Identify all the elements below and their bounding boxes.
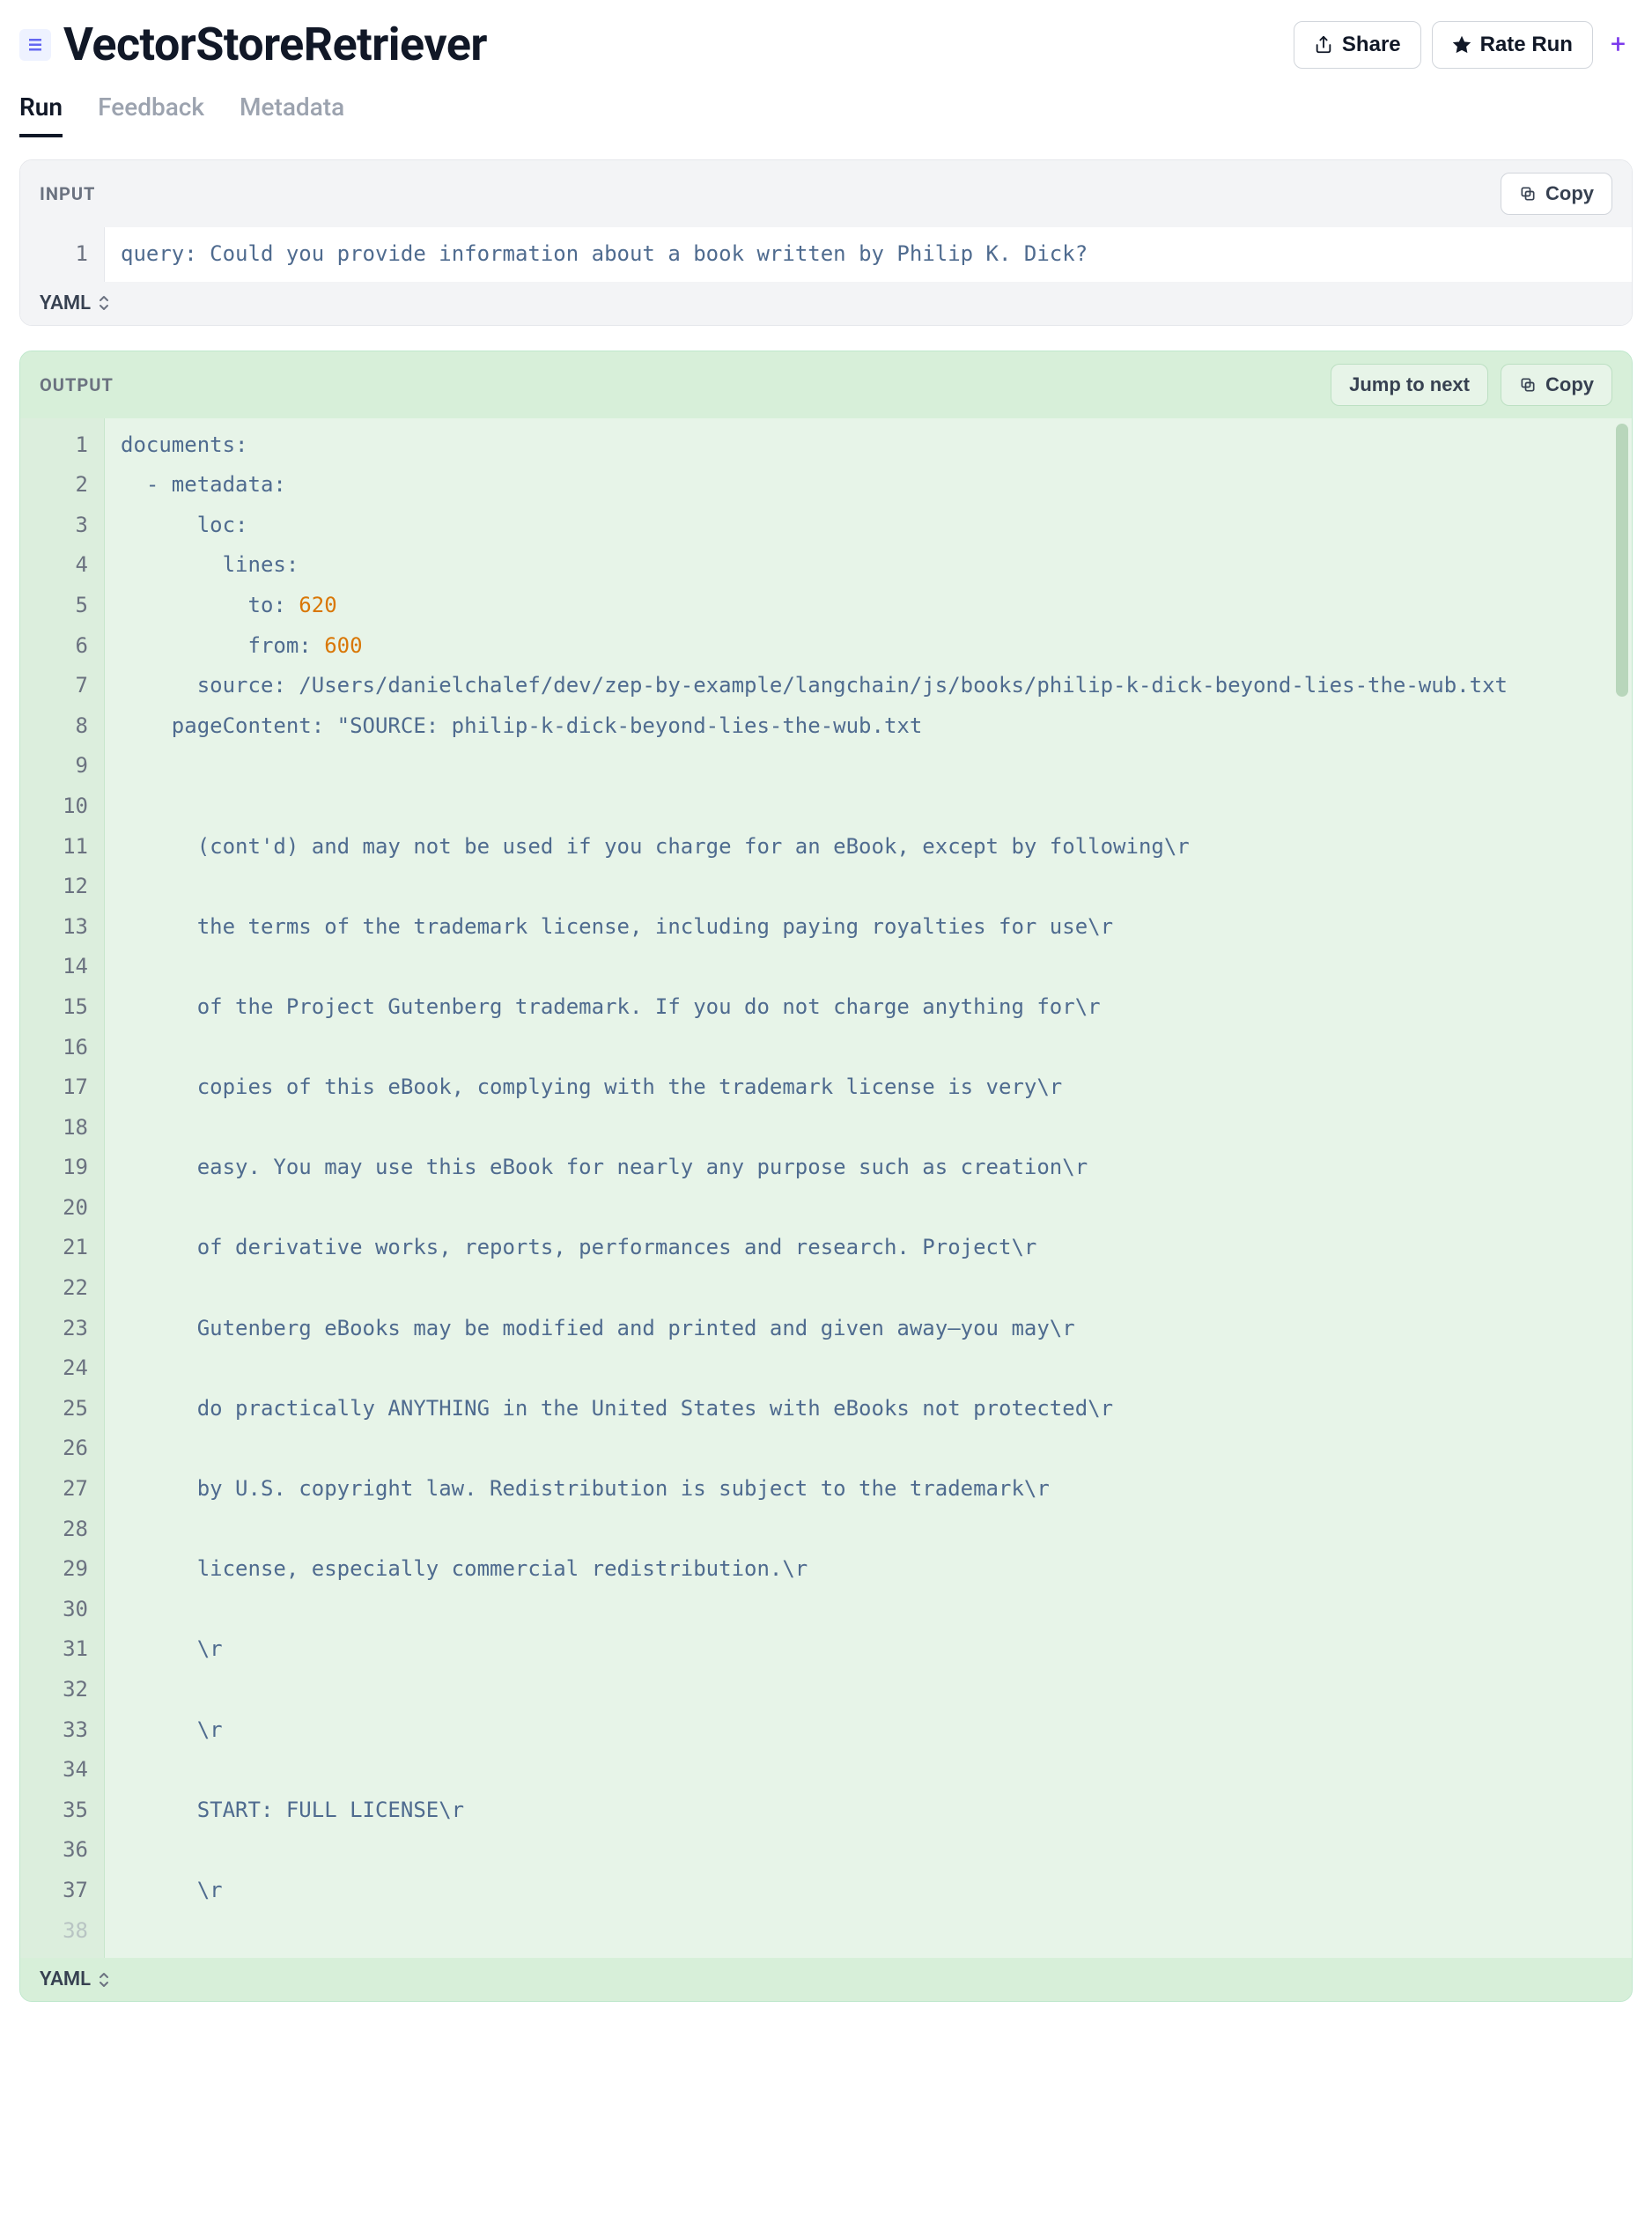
chevron-updown-icon [98, 295, 110, 311]
output-code-content[interactable]: documents: - metadata: loc: lines: to: 6… [105, 418, 1632, 1959]
copy-label: Copy [1545, 182, 1594, 205]
chevron-updown-icon [98, 1972, 110, 1988]
jump-label: Jump to next [1349, 373, 1470, 396]
input-gutter: 1 [20, 227, 105, 282]
tab-feedback[interactable]: Feedback [98, 89, 204, 137]
share-icon [1314, 35, 1333, 55]
tab-metadata[interactable]: Metadata [240, 89, 344, 137]
page-title: VectorStoreRetriever [63, 18, 487, 71]
input-footer: YAML [20, 282, 1632, 325]
rate-run-button[interactable]: Rate Run [1432, 21, 1593, 69]
output-copy-button[interactable]: Copy [1501, 364, 1612, 406]
title-group: VectorStoreRetriever [19, 18, 487, 71]
header-actions: Share Rate Run + [1294, 21, 1633, 69]
scrollbar[interactable] [1616, 424, 1628, 697]
output-format-select[interactable]: YAML [40, 1968, 110, 1990]
copy-label: Copy [1545, 373, 1594, 396]
star-icon [1452, 35, 1471, 55]
share-label: Share [1342, 33, 1401, 57]
copy-icon [1519, 185, 1537, 203]
input-copy-button[interactable]: Copy [1501, 173, 1612, 215]
output-gutter: 1234567891011121314151617181920212223242… [20, 418, 105, 1959]
input-format-select[interactable]: YAML [40, 292, 110, 314]
rate-label: Rate Run [1480, 33, 1573, 57]
component-icon [19, 29, 51, 61]
output-panel: OUTPUT Jump to next Copy 123456789101112… [19, 351, 1633, 2003]
tab-run[interactable]: Run [19, 89, 63, 137]
copy-icon [1519, 376, 1537, 394]
input-panel: INPUT Copy 1 query: Could you provide in… [19, 159, 1633, 326]
header: VectorStoreRetriever Share Rate Run + [19, 18, 1633, 71]
output-footer: YAML [20, 1958, 1632, 2001]
input-code: 1 query: Could you provide information a… [20, 227, 1632, 282]
tabs: Run Feedback Metadata [19, 89, 1633, 138]
input-label: INPUT [40, 183, 95, 204]
jump-to-next-button[interactable]: Jump to next [1331, 364, 1488, 406]
share-button[interactable]: Share [1294, 21, 1421, 69]
output-label: OUTPUT [40, 374, 114, 395]
add-button[interactable]: + [1604, 29, 1633, 60]
input-code-content[interactable]: query: Could you provide information abo… [105, 227, 1632, 282]
output-header: OUTPUT Jump to next Copy [20, 351, 1632, 418]
input-header: INPUT Copy [20, 160, 1632, 227]
output-code: 1234567891011121314151617181920212223242… [20, 418, 1632, 1959]
